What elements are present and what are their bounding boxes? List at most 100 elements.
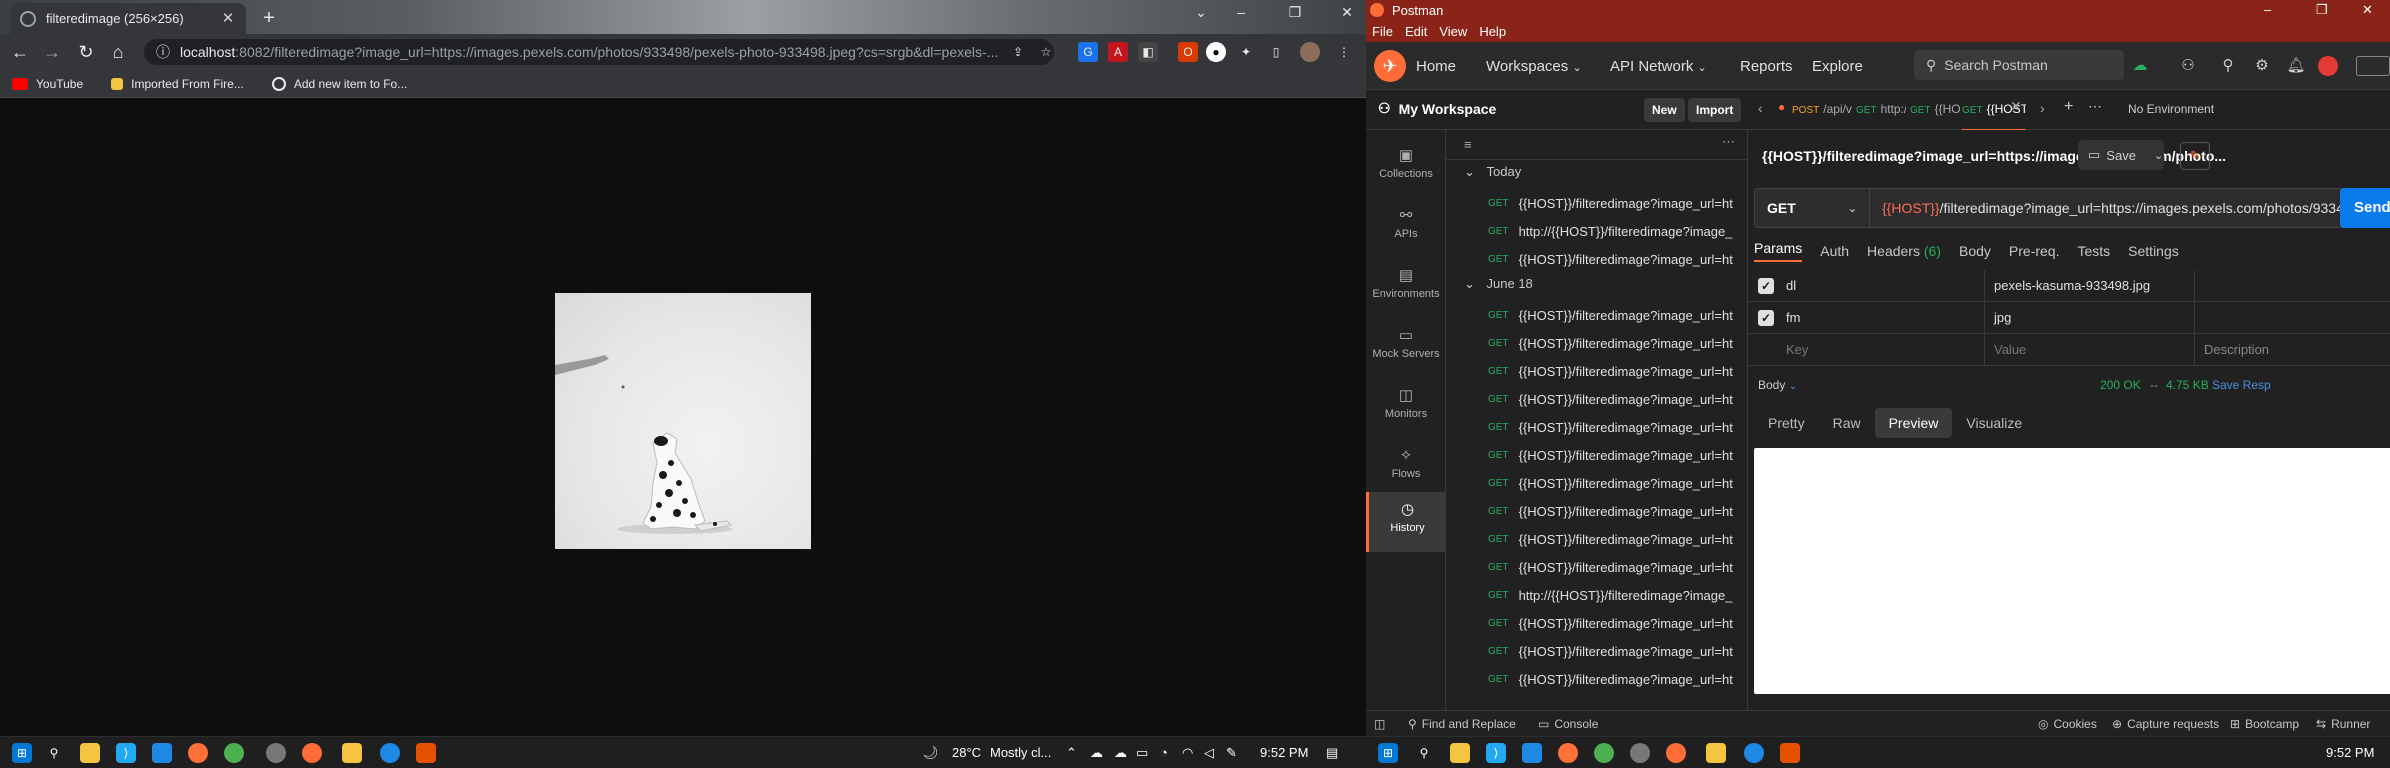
postman-logo-icon[interactable]: ✈ (1374, 50, 1406, 82)
save-response-button[interactable]: Save Resp (2212, 378, 2271, 392)
capture-requests-button[interactable]: ⊕ Capture requests (2112, 717, 2219, 731)
param-value-placeholder[interactable]: Value (1994, 342, 2026, 357)
weather-temp[interactable]: 28°C (952, 745, 981, 760)
bell-icon[interactable]: 🔔︎ (2286, 56, 2306, 76)
bookmark-youtube[interactable]: YouTube (12, 77, 83, 91)
translate-extension-icon[interactable]: G (1078, 42, 1098, 62)
view-raw[interactable]: Raw (1819, 408, 1875, 438)
chrome-profile-icon[interactable] (266, 743, 286, 763)
close-icon[interactable]: ✕ (220, 10, 236, 27)
param-checkbox[interactable]: ✓ (1758, 278, 1774, 294)
vlc-icon[interactable] (1780, 743, 1800, 763)
view-preview[interactable]: Preview (1874, 408, 1953, 438)
maximize-button[interactable]: ❐ (1280, 4, 1310, 21)
sticky-notes-icon[interactable] (1706, 743, 1726, 763)
puzzle-icon[interactable]: ✦ (1236, 42, 1256, 62)
chevron-down-icon[interactable]: ⌄ (2154, 149, 2163, 162)
file-explorer-icon[interactable] (1450, 743, 1470, 763)
bookmark-add-item[interactable]: Add new item to Fo... (271, 76, 407, 91)
gear-icon[interactable]: ⚙ (2252, 56, 2272, 76)
bookmark-star-icon[interactable]: ☆ (1036, 42, 1056, 62)
save-button[interactable]: ▭ Save ⌄ (2078, 140, 2164, 170)
weather-icon[interactable]: 🌙︎ (922, 745, 939, 761)
history-item[interactable]: GET http://{{HOST}}/filteredimage?image_ (1488, 220, 1747, 242)
history-item[interactable]: GET {{HOST}}/filteredimage?image_url=ht (1488, 444, 1747, 466)
response-body-toggle[interactable]: Body ⌄ (1758, 378, 1797, 392)
sidebar-item-mock-servers[interactable]: ▭ Mock Servers (1366, 318, 1446, 378)
sidebar-toggle-icon[interactable]: ◫ (1374, 717, 1385, 731)
param-description-placeholder[interactable]: Description (2204, 342, 2269, 357)
browser-tab[interactable]: filteredimage (256×256) ✕ (10, 3, 246, 34)
avatar[interactable] (1300, 42, 1320, 62)
request-tab[interactable]: GET{{HOST (1910, 102, 1960, 116)
param-checkbox[interactable]: ✓ (1758, 310, 1774, 326)
console-button[interactable]: ▭ Console (1538, 717, 1598, 731)
store-icon[interactable] (1522, 743, 1542, 763)
store-icon[interactable] (152, 743, 172, 763)
method-select[interactable]: GET ⌄ (1754, 188, 1870, 228)
param-key[interactable]: dl (1786, 278, 1796, 293)
kebab-menu-icon[interactable]: ⋮ (1334, 42, 1354, 62)
minimize-button[interactable]: – (1226, 4, 1256, 20)
clock[interactable]: 9:52 PM (1260, 745, 1308, 760)
filter-icon[interactable]: ≡ (1464, 137, 1472, 152)
history-item[interactable]: GET {{HOST}}/filteredimage?image_url=ht (1488, 416, 1747, 438)
more-icon[interactable]: ⋯ (1722, 134, 1735, 150)
upgrade-button[interactable] (2356, 56, 2390, 76)
history-item[interactable]: GET {{HOST}}/filteredimage?image_url=ht (1488, 388, 1747, 410)
edge-icon[interactable] (380, 743, 400, 763)
search-input[interactable]: ⚲ Search Postman (1914, 50, 2124, 80)
extension-icon[interactable]: ◧ (1138, 42, 1158, 62)
share-icon[interactable]: ⇪ (1008, 42, 1028, 62)
sync-status-icon[interactable]: ☁ (2130, 56, 2150, 76)
param-value[interactable]: pexels-kasuma-933498.jpg (1994, 278, 2150, 293)
tab-headers[interactable]: Headers (6) (1867, 243, 1941, 259)
menu-edit[interactable]: Edit (1405, 24, 1427, 39)
history-item[interactable]: GET {{HOST}}/filteredimage?image_url=ht (1488, 332, 1747, 354)
bookmark-folder-imported[interactable]: Imported From Fire... (111, 77, 244, 91)
history-item[interactable]: GET {{HOST}}/filteredimage?image_url=ht (1488, 192, 1747, 214)
history-item[interactable]: GET {{HOST}}/filteredimage?image_url=ht (1488, 556, 1747, 578)
windows-start-icon[interactable]: ⊞ (1378, 743, 1398, 763)
edit-icon[interactable]: ✎ (2180, 142, 2210, 170)
param-value[interactable]: jpg (1994, 310, 2011, 325)
forward-button[interactable]: → (40, 40, 64, 64)
request-tab[interactable]: POST/api/v (1792, 102, 1852, 116)
history-item[interactable]: GET {{HOST}}/filteredimage?image_url=ht (1488, 668, 1747, 690)
onedrive-icon[interactable]: ☁ (1090, 745, 1103, 761)
postman-taskbar-icon[interactable] (302, 743, 322, 763)
chevron-left-icon[interactable]: ‹ (1758, 100, 1763, 116)
close-window-button[interactable]: ✕ (2362, 2, 2373, 18)
office-extension-icon[interactable]: O (1178, 42, 1198, 62)
info-icon[interactable]: ⓘ (156, 42, 170, 62)
history-group-header[interactable]: ⌄ June 18 (1464, 276, 1533, 292)
edge-icon[interactable] (1744, 743, 1764, 763)
volume-icon[interactable]: ◁ (1204, 745, 1214, 761)
history-filter[interactable]: ≡ ⋯ (1446, 130, 1747, 160)
menu-file[interactable]: File (1372, 24, 1393, 39)
chrome-icon[interactable] (224, 743, 244, 763)
chevron-down-icon[interactable]: ⌄ (1186, 4, 1216, 21)
menu-view[interactable]: View (1439, 24, 1467, 39)
more-icon[interactable]: ⋯ (2088, 98, 2102, 115)
param-key[interactable]: fm (1786, 310, 1800, 325)
home-icon[interactable]: ⌂ (106, 40, 130, 64)
sidebar-item-monitors[interactable]: ◫ Monitors (1366, 378, 1446, 438)
tab-params[interactable]: Params (1754, 240, 1803, 262)
tab-prereq[interactable]: Pre-req. (2009, 243, 2060, 259)
minimize-button[interactable]: – (2264, 2, 2271, 17)
vscode-icon[interactable]: ⟩ (116, 743, 136, 763)
history-item[interactable]: GET {{HOST}}/filteredimage?image_url=ht (1488, 528, 1747, 550)
nav-explore[interactable]: Explore (1812, 58, 1863, 75)
tab-auth[interactable]: Auth (1820, 243, 1849, 259)
sidebar-item-history[interactable]: ◷ History (1366, 492, 1446, 552)
back-button[interactable]: ← (8, 40, 32, 64)
history-item[interactable]: GET {{HOST}}/filteredimage?image_url=ht (1488, 248, 1747, 270)
url-input[interactable]: {{HOST}}/filteredimage?image_url=https:/… (1870, 188, 2366, 228)
nav-reports[interactable]: Reports (1740, 58, 1793, 75)
new-button[interactable]: New (1644, 98, 1685, 122)
maximize-button[interactable]: ❐ (2316, 2, 2328, 18)
invite-user-icon[interactable]: ⚇ (2178, 56, 2198, 76)
param-key-placeholder[interactable]: Key (1786, 342, 1808, 357)
tab-body[interactable]: Body (1959, 243, 1991, 259)
